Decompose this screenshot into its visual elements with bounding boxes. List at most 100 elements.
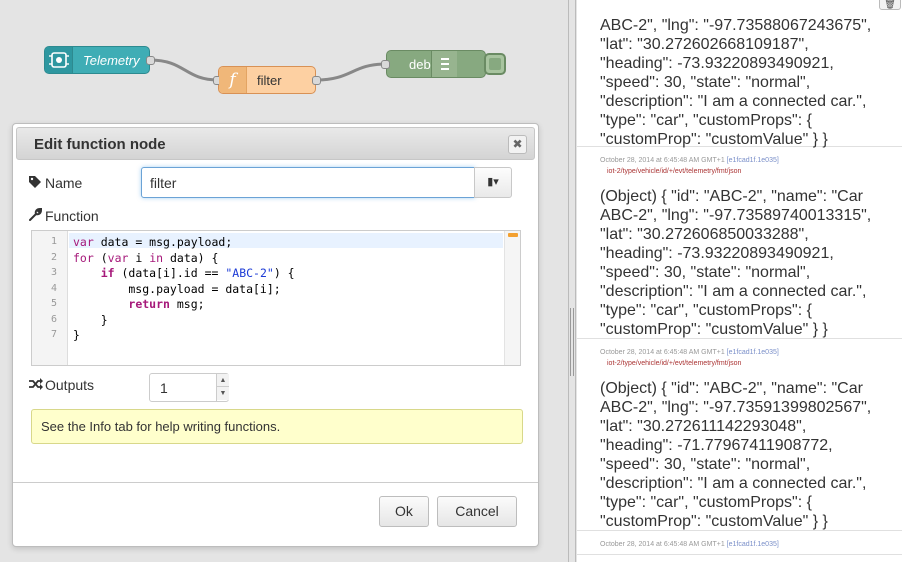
message-topic: iot-2/type/vehicle/id/+/evt/telemetry/fm… [607,168,742,175]
line-number: 7 [50,329,57,340]
function-label-text: Function [45,208,99,224]
timestamp-text: October 28, 2014 at 6:45:48 AM GMT+1 [600,349,727,356]
message-timestamp: October 28, 2014 at 6:45:48 AM GMT+1 [e1… [600,157,779,164]
payload-line: "customProp": "customValue" } } [600,321,828,338]
code-line: msg.payload = data[i]; [73,281,281,296]
line-number: 6 [50,313,57,325]
function-icon: f [219,67,247,93]
node-icon-dropdown-button[interactable]: ▮▾ [474,167,512,198]
name-input[interactable] [141,167,475,198]
outputs-label-text: Outputs [45,377,95,393]
payload-line: "speed": 30, "state": "normal", [600,74,811,91]
editor-warning-marker [508,233,518,237]
ok-button[interactable]: Ok [379,496,429,527]
info-tip: See the Info tab for help writing functi… [31,409,523,444]
debug-sidebar: ABC-2", "lng": "-97.73588067243675", "lat… [577,0,902,562]
filter-node[interactable]: f filter [213,66,321,94]
line-number: 2 [50,251,57,263]
payload-line: "type": "car", "customProps": { [600,112,812,129]
payload-line: "description": "I am a connected car.", [600,93,867,110]
code-line: var data = msg.payload; [73,235,233,249]
editor-gutter: 1 2 3 4 5 6 7 [32,231,68,365]
code-line: return msg; [128,297,205,311]
payload-line: "type": "car", "customProps": { [600,302,812,319]
inject-icon [45,47,73,73]
code-line: if (data[i].id == "ABC-2") { [100,266,295,280]
name-label-text: Name [45,175,83,191]
payload-line: "description": "I am a connected car.", [600,283,867,300]
debug-message[interactable]: October 28, 2014 at 6:45:48 AM GMT+1 [e1… [577,147,902,339]
telemetry-output-port[interactable] [146,56,155,65]
outputs-label: Outputs [29,377,94,393]
stepper-up-icon[interactable]: ▲ [217,374,229,387]
payload-line: "description": "I am a connected car.", [600,475,867,492]
dialog-titlebar[interactable]: Edit function node ✖ [16,127,535,160]
message-payload: (Object) { "id": "ABC-2", "name": "Car AB… [600,379,900,531]
message-topic: iot-2/type/vehicle/id/+/evt/telemetry/fm… [607,360,742,367]
function-label: Function [29,207,99,224]
debug-node[interactable]: debug [381,50,486,78]
timestamp-text: October 28, 2014 at 6:45:48 AM GMT+1 [600,541,727,548]
trash-icon[interactable]: 🗑 [879,0,901,10]
random-icon [29,378,45,393]
debug-input-port[interactable] [381,60,390,69]
line-number: 1 [50,236,57,247]
close-icon[interactable]: ✖ [508,135,527,154]
payload-line: ABC-2", "lng": "-97.73591399802567", [600,399,872,416]
payload-line: ABC-2", "lng": "-97.73588067243675", [600,17,872,34]
editor-scrollbar[interactable] [504,231,520,365]
payload-line: (Object) { "id": "ABC-2", "name": "Car [600,380,863,397]
book-icon: ▮ [487,176,494,188]
code-line: } [73,328,80,342]
line-number: 5 [50,298,57,309]
payload-line: "lat": "30.272611142293048", [600,418,807,435]
cancel-button[interactable]: Cancel [437,496,517,527]
payload-line: "customProp": "customValue" } } [600,513,828,530]
flow-workspace[interactable]: Telemetry f filter debug Edit function n… [0,0,568,562]
debug-toggle-button[interactable] [484,53,506,75]
debug-message[interactable]: October 28, 2014 at 6:45:48 AM GMT+1 [e1… [577,531,902,555]
outputs-stepper: ▲ ▼ [216,374,229,401]
message-timestamp: October 28, 2014 at 6:45:48 AM GMT+1 [e1… [600,541,779,548]
payload-line: "heading": -71.77967411908772, [600,437,833,454]
node-id-link[interactable]: [e1fcad1f.1e035] [727,157,779,164]
timestamp-text: October 28, 2014 at 6:45:48 AM GMT+1 [600,157,727,164]
filter-node-label: filter [257,73,282,88]
telemetry-node[interactable]: Telemetry [44,46,155,74]
telemetry-node-label: Telemetry [83,53,140,68]
payload-line: ABC-2", "lng": "-97.73589740013315", [600,207,872,224]
message-payload: (Object) { "id": "ABC-2", "name": "Car AB… [600,187,900,339]
message-payload: ABC-2", "lng": "-97.73588067243675", "lat… [600,16,900,149]
line-number: 4 [50,282,57,294]
stepper-down-icon[interactable]: ▼ [217,387,229,400]
dialog-divider [13,482,538,483]
payload-line: "speed": 30, "state": "normal", [600,456,811,473]
dialog-title: Edit function node [34,136,166,153]
wire-telemetry-filter [149,58,219,82]
message-timestamp: October 28, 2014 at 6:45:48 AM GMT+1 [e1… [600,349,779,356]
debug-message[interactable]: ABC-2", "lng": "-97.73588067243675", "lat… [577,0,902,149]
name-label: Name [29,175,82,191]
code-line: } [73,312,108,327]
splitter-grip[interactable] [570,308,574,376]
payload-line: "lat": "30.272606850033288", [600,226,809,243]
wire-filter-debug [315,62,387,82]
node-id-link[interactable]: [e1fcad1f.1e035] [727,541,779,548]
payload-line: "heading": -73.93220893490921, [600,245,834,262]
filter-output-port[interactable] [312,76,321,85]
sidebar-splitter[interactable] [568,0,576,562]
debug-message[interactable]: October 28, 2014 at 6:45:48 AM GMT+1 [e1… [577,339,902,531]
tag-icon [29,176,45,191]
payload-line: "speed": 30, "state": "normal", [600,264,811,281]
payload-line: "heading": -73.93220893490921, [600,55,834,72]
debug-list-icon [431,51,457,77]
debug-toggle-indicator [489,58,501,70]
line-number: 3 [50,267,57,278]
payload-line: "lat": "30.272602668109187", [600,36,809,53]
wrench-icon [29,207,45,224]
payload-line: "type": "car", "customProps": { [600,494,812,511]
function-code-editor[interactable]: 1 2 3 4 5 6 7 var data = msg.payload; for (var … [31,230,521,366]
node-id-link[interactable]: [e1fcad1f.1e035] [727,349,779,356]
edit-function-dialog: Edit function node ✖ Name ▮▾ Function 1 2… [12,123,539,547]
code-line: for (var i in data) { [73,250,219,265]
